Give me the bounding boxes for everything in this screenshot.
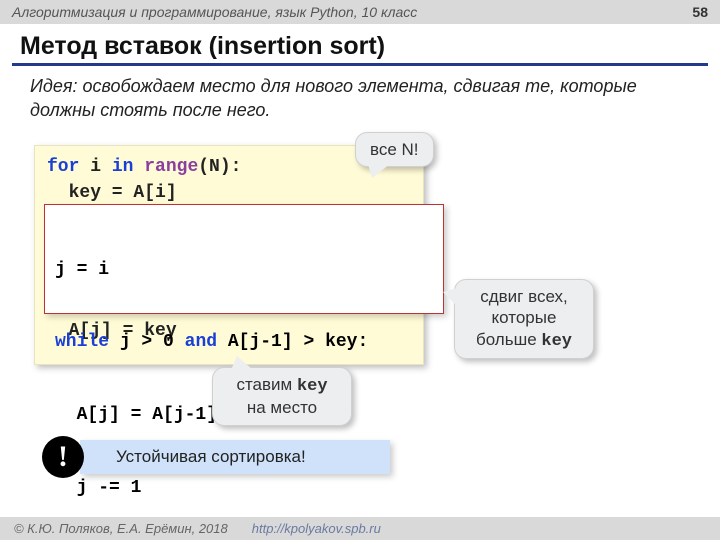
callout-shift: сдвиг всех, которые больше key — [454, 279, 594, 359]
code-line-2: key = A[i] — [47, 180, 411, 206]
footer-bar: © К.Ю. Поляков, Е.А. Ерёмин, 2018 http:/… — [0, 517, 720, 540]
header-bar: Алгоритмизация и программирование, язык … — [0, 0, 720, 24]
note-bang: ! — [58, 440, 68, 474]
course-title: Алгоритмизация и программирование, язык … — [12, 4, 417, 20]
idea-label: Идея — [30, 76, 72, 96]
inner-line-1: j = i — [55, 258, 433, 282]
note-icon: ! — [42, 436, 84, 478]
page-number: 58 — [692, 4, 708, 20]
footer-copyright: © К.Ю. Поляков, Е.А. Ерёмин, 2018 — [14, 521, 228, 536]
callout-shift-l3: больше key — [469, 329, 579, 352]
callout-shift-l1: сдвиг всех, — [469, 286, 579, 307]
idea-body: : освобождаем место для нового элемента,… — [30, 76, 637, 120]
callout-place-l2: на место — [227, 397, 337, 418]
page-title: Метод вставок (insertion sort) — [0, 24, 720, 63]
callout-place: ставим key на место — [212, 367, 352, 426]
note-text: Устойчивая сортировка! — [116, 447, 306, 467]
callout-shift-l2: которые — [469, 307, 579, 328]
note-box: Устойчивая сортировка! — [80, 440, 390, 474]
title-rule — [12, 63, 708, 66]
inner-line-4: j -= 1 — [55, 476, 433, 500]
inner-line-2: while j > 0 and A[j-1] > key: — [55, 330, 433, 354]
code-box-inner: j = i while j > 0 and A[j-1] > key: A[j]… — [44, 204, 444, 314]
callout-all-n: все N! — [355, 132, 434, 167]
callout-place-l1: ставим key — [227, 374, 337, 397]
idea-text: Идея: освобождаем место для нового элеме… — [0, 74, 720, 123]
footer-url: http://kpolyakov.spb.ru — [252, 521, 381, 536]
callout-all-n-text: все N! — [370, 140, 419, 159]
